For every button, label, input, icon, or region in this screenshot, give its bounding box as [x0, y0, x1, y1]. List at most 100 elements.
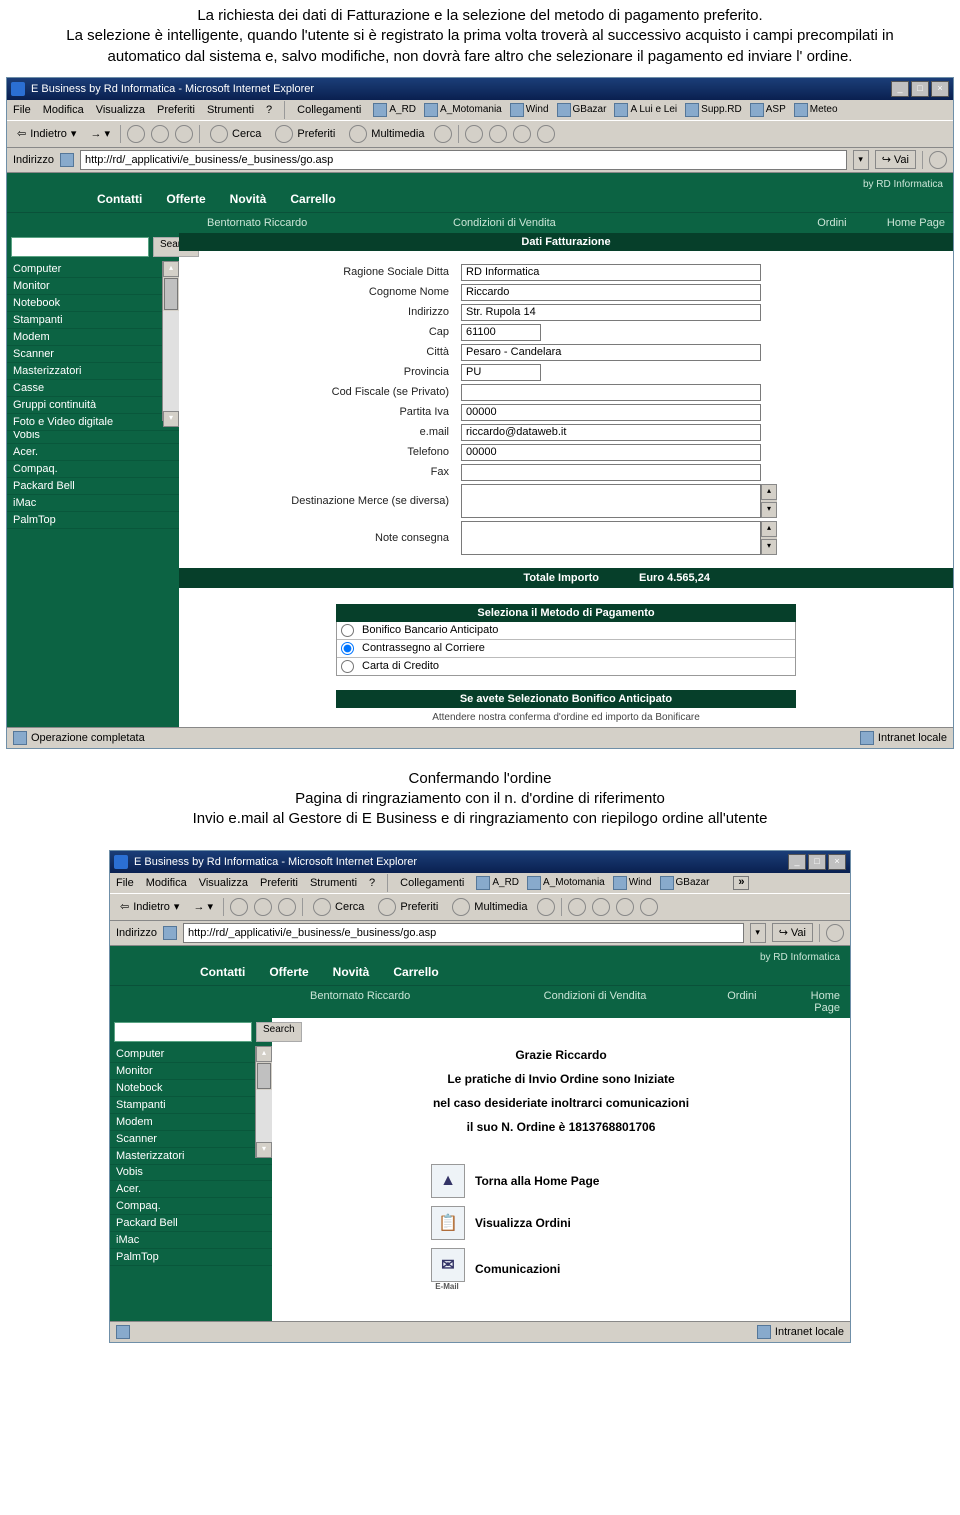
link-home[interactable]: Home Page — [847, 217, 953, 229]
link-gbazar[interactable]: GBazar — [557, 103, 607, 117]
address-input[interactable] — [183, 923, 744, 943]
link-supp-rd[interactable]: Supp.RD — [685, 103, 742, 117]
tab-novita[interactable]: Novità — [230, 192, 267, 206]
tab-contatti[interactable]: Contatti — [200, 965, 245, 979]
search-button[interactable]: Cerca — [206, 124, 265, 144]
sidebar-item-stampanti[interactable]: Stampanti — [110, 1097, 272, 1114]
scroll-up-icon[interactable]: ▴ — [761, 484, 777, 500]
input-cap[interactable] — [461, 324, 541, 341]
input-citta[interactable] — [461, 344, 761, 361]
minimize-button[interactable]: _ — [788, 854, 806, 870]
tab-novita[interactable]: Novità — [333, 965, 370, 979]
brand-palmtop[interactable]: PalmTop — [7, 512, 179, 529]
action-home[interactable]: ▲ Torna alla Home Page — [431, 1164, 691, 1198]
payment-option-contrassegno[interactable]: Contrassegno al Corriere — [337, 640, 795, 658]
close-button[interactable]: × — [931, 81, 949, 97]
action-orders[interactable]: 📋 Visualizza Ordini — [431, 1206, 691, 1240]
sidebar-item-notebook[interactable]: Notebook — [7, 295, 179, 312]
multimedia-button[interactable]: Multimedia — [345, 124, 428, 144]
link-home[interactable]: Home Page — [811, 990, 850, 1014]
link-meteo[interactable]: Meteo — [794, 103, 838, 117]
brand-imac[interactable]: iMac — [110, 1232, 272, 1249]
input-cognome[interactable] — [461, 284, 761, 301]
brand-palmtop[interactable]: PalmTop — [110, 1249, 272, 1266]
input-provincia[interactable] — [461, 364, 541, 381]
refresh-icon[interactable] — [151, 125, 169, 143]
tab-offerte[interactable]: Offerte — [166, 192, 205, 206]
menu-strumenti[interactable]: Strumenti — [207, 104, 254, 116]
input-note[interactable] — [461, 521, 761, 555]
sidebar-search-input[interactable] — [114, 1022, 252, 1042]
link-motomania[interactable]: A_Motomania — [527, 876, 605, 890]
textarea-scrollbar[interactable]: ▴▾ — [761, 484, 777, 518]
link-ordini[interactable]: Ordini — [683, 217, 847, 229]
discuss-icon[interactable] — [537, 125, 555, 143]
sidebar-item-stampanti[interactable]: Stampanti — [7, 312, 179, 329]
menu-modifica[interactable]: Modifica — [146, 877, 187, 889]
print-icon[interactable] — [489, 125, 507, 143]
input-destinazione[interactable] — [461, 484, 761, 518]
tab-carrello[interactable]: Carrello — [393, 965, 438, 979]
link-wind[interactable]: Wind — [613, 876, 652, 890]
minimize-button[interactable]: _ — [891, 81, 909, 97]
sidebar-item-scanner[interactable]: Scanner — [110, 1131, 272, 1148]
stop-icon[interactable] — [127, 125, 145, 143]
go-button[interactable]: ↪ Vai — [875, 150, 916, 169]
input-piva[interactable] — [461, 404, 761, 421]
menu-visualizza[interactable]: Visualizza — [199, 877, 248, 889]
link-condizioni[interactable]: Condizioni di Vendita — [453, 217, 683, 229]
scroll-up-icon[interactable]: ▴ — [761, 521, 777, 537]
brand-packard[interactable]: Packard Bell — [110, 1215, 272, 1232]
sidebar-item-notebook[interactable]: Notebock — [110, 1080, 272, 1097]
input-fax[interactable] — [461, 464, 761, 481]
sidebar-item-scanner[interactable]: Scanner — [7, 346, 179, 363]
scroll-track[interactable] — [163, 311, 179, 411]
tab-contatti[interactable]: Contatti — [97, 192, 142, 206]
scroll-down-icon[interactable]: ▾ — [256, 1142, 272, 1158]
link-a-rd[interactable]: A_RD — [373, 103, 416, 117]
menu-file[interactable]: File — [13, 104, 31, 116]
scroll-down-icon[interactable]: ▾ — [761, 502, 777, 518]
back-button[interactable]: ⇦ Indietro ▾ — [13, 126, 80, 141]
brand-packard[interactable]: Packard Bell — [7, 478, 179, 495]
favorites-button[interactable]: Preferiti — [271, 124, 339, 144]
input-indirizzo[interactable] — [461, 304, 761, 321]
category-scrollbar[interactable]: ▴ ▾ — [255, 1046, 272, 1158]
home-icon[interactable] — [175, 125, 193, 143]
search-button[interactable]: Cerca — [309, 897, 368, 917]
history-icon[interactable] — [537, 898, 555, 916]
sidebar-item-computer[interactable]: Computer — [7, 261, 179, 278]
link-asp[interactable]: ASP — [750, 103, 786, 117]
mail-icon[interactable] — [465, 125, 483, 143]
extra-icon[interactable] — [929, 151, 947, 169]
mail-icon[interactable] — [568, 898, 586, 916]
sidebar-search-input[interactable] — [11, 237, 149, 257]
menu-strumenti[interactable]: Strumenti — [310, 877, 357, 889]
forward-button[interactable]: → ▾ — [86, 126, 114, 141]
input-cf[interactable] — [461, 384, 761, 401]
payment-option-carta[interactable]: Carta di Credito — [337, 658, 795, 675]
edit-icon[interactable] — [616, 898, 634, 916]
maximize-button[interactable]: □ — [808, 854, 826, 870]
history-icon[interactable] — [434, 125, 452, 143]
brand-acer[interactable]: Acer. — [7, 444, 179, 461]
menu-visualizza[interactable]: Visualizza — [96, 104, 145, 116]
link-motomania[interactable]: A_Motomania — [424, 103, 502, 117]
stop-icon[interactable] — [230, 898, 248, 916]
link-ordini[interactable]: Ordini — [727, 990, 810, 1014]
menu-help[interactable]: ? — [266, 104, 272, 116]
sidebar-item-foto[interactable]: Foto e Video digitale — [7, 414, 179, 431]
multimedia-button[interactable]: Multimedia — [448, 897, 531, 917]
tab-carrello[interactable]: Carrello — [290, 192, 335, 206]
brand-compaq[interactable]: Compaq. — [7, 461, 179, 478]
extra-icon[interactable] — [826, 924, 844, 942]
address-input[interactable] — [80, 150, 847, 170]
home-icon[interactable] — [278, 898, 296, 916]
close-button[interactable]: × — [828, 854, 846, 870]
more-links-icon[interactable]: » — [733, 876, 749, 890]
textarea-scrollbar[interactable]: ▴▾ — [761, 521, 777, 555]
maximize-button[interactable]: □ — [911, 81, 929, 97]
sidebar-item-computer[interactable]: Computer — [110, 1046, 272, 1063]
radio-carta[interactable] — [341, 660, 354, 673]
radio-bonifico[interactable] — [341, 624, 354, 637]
